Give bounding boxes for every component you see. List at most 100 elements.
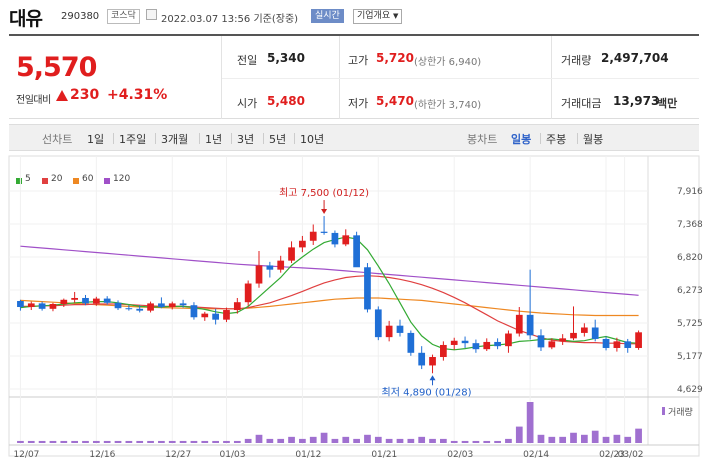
volume-bar — [537, 434, 545, 443]
candle-body — [580, 327, 588, 333]
candle-body — [515, 314, 523, 334]
volume-bar — [299, 438, 306, 443]
volume-bar — [288, 436, 295, 443]
x-tick-label: 03/02 — [618, 450, 644, 460]
candle-body — [71, 297, 79, 300]
low-arrow-head — [429, 375, 436, 381]
volume-bar — [548, 436, 556, 443]
volume-bar — [570, 432, 577, 443]
candle-body — [418, 352, 426, 366]
candle-body — [559, 338, 567, 342]
volume-bar — [418, 436, 426, 443]
volume-bar — [82, 440, 89, 443]
x-tick-label: 01/03 — [220, 450, 246, 460]
candle-body — [548, 341, 556, 348]
x-tick-label: 12/27 — [165, 450, 191, 460]
volume-bar — [92, 440, 100, 443]
high-annotation: 최고 7,500 (01/12) — [279, 187, 369, 199]
volume-bar — [461, 440, 469, 443]
y-tick-label: 4,629 — [677, 385, 703, 395]
volume-bar — [17, 440, 24, 443]
ma20-line — [20, 275, 639, 345]
volume-bar — [244, 438, 252, 443]
candle-body — [483, 341, 491, 350]
volume-bar — [38, 440, 46, 443]
candle-body — [472, 343, 480, 350]
low-annotation: 최저 4,890 (01/28) — [382, 386, 472, 398]
candle-body — [168, 303, 176, 308]
volume-bar — [591, 430, 599, 443]
volume-bar — [158, 440, 165, 443]
volume-bar — [168, 440, 176, 443]
candle-body — [320, 231, 328, 233]
candle-body — [201, 313, 209, 318]
x-tick-label: 02/14 — [523, 450, 549, 460]
volume-bar — [179, 440, 187, 443]
candle-body — [136, 308, 144, 311]
candle-body — [103, 298, 111, 303]
volume-bar — [223, 440, 230, 443]
candle-body — [277, 260, 285, 270]
candle-body — [27, 303, 35, 308]
candle-body — [233, 302, 241, 311]
x-tick-label: 01/12 — [295, 450, 321, 460]
candle-body — [190, 305, 198, 318]
volume-bar — [309, 436, 317, 443]
volume-bar — [277, 438, 285, 443]
candle-body — [635, 332, 642, 348]
candle-body — [212, 313, 219, 320]
candle-body — [526, 314, 534, 336]
candle-body — [396, 325, 404, 333]
candle-body — [591, 327, 599, 339]
candle-body — [309, 231, 317, 241]
candle-body — [17, 300, 24, 308]
candle-body — [158, 303, 165, 308]
volume-bar — [396, 438, 404, 443]
high-arrow-head — [321, 209, 328, 215]
volume-bar — [429, 438, 436, 443]
x-tick-label: 01/21 — [371, 450, 397, 460]
volume-bar — [559, 436, 567, 443]
y-tick-label: 7,368 — [677, 220, 703, 230]
volume-bar — [49, 440, 57, 443]
y-tick-label: 6,273 — [677, 286, 703, 296]
volume-bar — [526, 402, 534, 443]
volume-bar — [353, 438, 360, 443]
candle-body — [624, 341, 632, 348]
volume-bar — [613, 434, 621, 443]
ma120-line — [20, 245, 639, 296]
candle-body — [179, 303, 187, 306]
candle-body — [602, 338, 610, 348]
volume-bar — [212, 440, 219, 443]
volume-bar — [342, 436, 350, 443]
x-tick-label: 12/07 — [13, 450, 39, 460]
candle-body — [266, 265, 274, 270]
candle-body — [364, 267, 371, 310]
volume-bar — [580, 434, 588, 443]
volume-bar — [71, 440, 79, 443]
candle-body — [125, 308, 133, 310]
candle-body — [299, 240, 306, 248]
volume-bar — [147, 440, 154, 443]
ma60-line — [20, 297, 639, 317]
volume-bar — [201, 440, 209, 443]
x-tick-label: 02/03 — [447, 450, 473, 460]
candle-body — [82, 297, 89, 304]
volume-bar — [331, 438, 339, 443]
candle-body — [461, 340, 469, 344]
volume-legend-swatch — [662, 407, 665, 415]
candle-body — [613, 341, 621, 348]
volume-bar — [374, 436, 382, 443]
volume-bar — [440, 438, 447, 443]
candlestick-chart[interactable]: 7,916 7,368 6,820 6,273 5,725 5,177 4,629 12/07… — [0, 0, 708, 467]
candle-body — [429, 357, 436, 366]
candle-body — [255, 265, 263, 284]
candle-body — [440, 344, 447, 358]
candle-body — [537, 335, 545, 348]
y-tick-label: 5,177 — [677, 352, 703, 362]
volume-bar — [505, 438, 512, 443]
volume-label: 거래량 — [668, 406, 693, 418]
y-tick-label: 7,916 — [677, 187, 703, 197]
candle-body — [407, 332, 415, 353]
candle-body — [114, 302, 122, 309]
